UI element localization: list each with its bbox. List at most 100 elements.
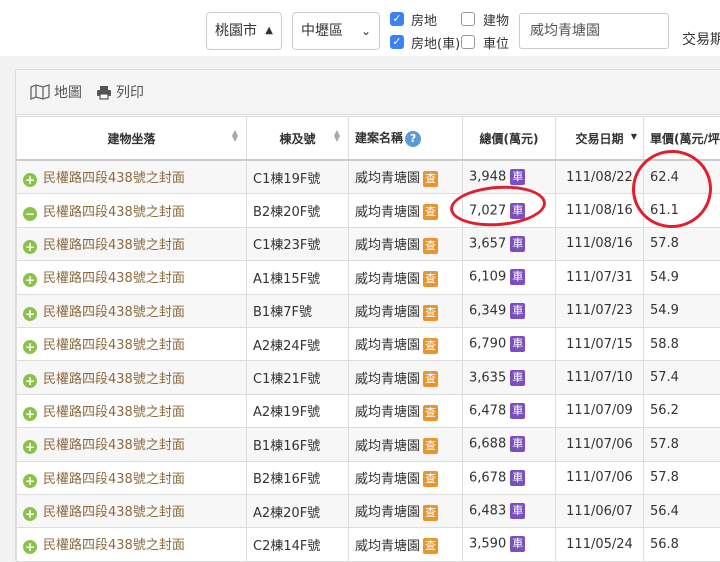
parking-tag: 車 xyxy=(510,536,525,552)
table-row[interactable]: +民權路四段438號之封面B1棟16F號威均青塘園查6,688車111/07/0… xyxy=(17,428,720,461)
address-text[interactable]: 民權路四段438號之封面 xyxy=(43,171,185,186)
expand-icon[interactable]: + xyxy=(23,307,37,321)
table-row[interactable]: +民權路四段438號之封面B1棟7F號威均青塘園查6,349車111/07/23… xyxy=(17,294,720,327)
cell-project: 威均青塘園查 xyxy=(349,160,463,194)
lookup-tag[interactable]: 查 xyxy=(423,538,438,554)
cell-address[interactable]: + 民權路四段438號之封面 xyxy=(17,261,247,294)
district-select[interactable]: 中壢區 ⌄ xyxy=(292,12,380,50)
expand-icon[interactable]: + xyxy=(23,474,37,488)
col-header-total[interactable]: 總價(萬元) xyxy=(463,117,556,161)
unit-text: B2棟16F號 xyxy=(253,472,320,487)
address-text[interactable]: 民權路四段438號之封面 xyxy=(43,271,185,286)
address-text[interactable]: 民權路四段438號之封面 xyxy=(43,305,185,320)
address-text[interactable]: 民權路四段438號之封面 xyxy=(43,472,185,487)
map-button[interactable]: 地圖 xyxy=(30,82,82,102)
address-text[interactable]: 民權路四段438號之封面 xyxy=(43,538,185,553)
table-row[interactable]: +民權路四段438號之封面A2棟19F號威均青塘園查6,478車111/07/0… xyxy=(17,394,720,427)
print-button[interactable]: 列印 xyxy=(96,82,144,102)
cell-address[interactable]: + 民權路四段438號之封面 xyxy=(17,494,247,527)
parking-tag: 車 xyxy=(510,470,525,486)
cell-address[interactable]: + 民權路四段438號之封面 xyxy=(17,160,247,194)
cell-project: 威均青塘園查 xyxy=(349,394,463,427)
city-select[interactable]: 桃園市 ▲ xyxy=(206,12,282,50)
address-text[interactable]: 民權路四段438號之封面 xyxy=(43,338,185,353)
cell-unit: C1棟21F號 xyxy=(247,361,349,394)
project-text: 威均青塘園 xyxy=(355,405,420,420)
lookup-tag[interactable]: 查 xyxy=(423,338,438,354)
unit-text: A1棟15F號 xyxy=(253,272,320,287)
table-row[interactable]: +民權路四段438號之封面C1棟21F號威均青塘園查3,635車111/07/1… xyxy=(17,361,720,394)
lookup-tag[interactable]: 查 xyxy=(423,505,438,521)
printer-icon xyxy=(96,85,112,100)
cell-address[interactable]: + 民權路四段438號之封面 xyxy=(17,528,247,561)
cell-address[interactable]: + 民權路四段438號之封面 xyxy=(17,327,247,360)
table-row[interactable]: +民權路四段438號之封面A2棟20F號威均青塘園查6,483車111/06/0… xyxy=(17,494,720,527)
expand-icon[interactable]: + xyxy=(23,407,37,421)
date-text: 111/07/10 xyxy=(566,370,633,385)
col-header-date[interactable]: 交易日期▼ xyxy=(556,117,644,161)
table-row[interactable]: −民權路四段438號之封面B2棟20F號威均青塘園查7,027車111/08/1… xyxy=(17,194,720,227)
lookup-tag[interactable]: 查 xyxy=(423,171,438,187)
col-header-project[interactable]: 建案名稱? xyxy=(349,117,463,161)
table-row[interactable]: +民權路四段438號之封面C1棟23F號威均青塘園查3,657車111/08/1… xyxy=(17,227,720,260)
lookup-tag[interactable]: 查 xyxy=(423,204,438,220)
cell-address[interactable]: + 民權路四段438號之封面 xyxy=(17,394,247,427)
address-text[interactable]: 民權路四段438號之封面 xyxy=(43,372,185,387)
address-text[interactable]: 民權路四段438號之封面 xyxy=(43,238,185,253)
cell-address[interactable]: + 民權路四段438號之封面 xyxy=(17,294,247,327)
cell-address[interactable]: + 民權路四段438號之封面 xyxy=(17,227,247,260)
help-icon[interactable]: ? xyxy=(405,131,421,147)
table-row[interactable]: +民權路四段438號之封面B2棟16F號威均青塘園查6,678車111/07/0… xyxy=(17,461,720,494)
lookup-tag[interactable]: 查 xyxy=(423,371,438,387)
address-text[interactable]: 民權路四段438號之封面 xyxy=(43,205,185,220)
expand-icon[interactable]: + xyxy=(23,507,37,521)
table-row[interactable]: +民權路四段438號之封面A2棟24F號威均青塘園查6,790車111/07/1… xyxy=(17,327,720,360)
collapse-icon[interactable]: − xyxy=(23,207,37,221)
lookup-tag[interactable]: 查 xyxy=(423,271,438,287)
cell-project: 威均青塘園查 xyxy=(349,494,463,527)
cell-address[interactable]: −民權路四段438號之封面 xyxy=(17,194,247,227)
project-text: 威均青塘園 xyxy=(355,205,420,220)
lookup-tag[interactable]: 查 xyxy=(423,471,438,487)
table-row[interactable]: +民權路四段438號之封面A1棟15F號威均青塘園查6,109車111/07/3… xyxy=(17,261,720,294)
cell-total: 6,678車 xyxy=(463,461,556,494)
lookup-tag[interactable]: 查 xyxy=(423,405,438,421)
checkbox-building[interactable] xyxy=(461,12,475,26)
checkbox-land-parking[interactable]: ✓ xyxy=(390,35,404,49)
project-text: 威均青塘園 xyxy=(355,338,420,353)
keyword-input-value: 威均青塘園 xyxy=(530,23,600,39)
cell-project: 威均青塘園查 xyxy=(349,428,463,461)
expand-icon[interactable]: + xyxy=(23,173,37,187)
cell-address[interactable]: + 民權路四段438號之封面 xyxy=(17,461,247,494)
keyword-input[interactable]: 威均青塘園 xyxy=(519,13,669,49)
expand-icon[interactable]: + xyxy=(23,540,37,554)
address-text[interactable]: 民權路四段438號之封面 xyxy=(43,505,185,520)
expand-icon[interactable]: + xyxy=(23,340,37,354)
col-header-address[interactable]: 建物坐落▲▼ xyxy=(17,117,247,161)
cell-address[interactable]: + 民權路四段438號之封面 xyxy=(17,361,247,394)
cell-unit: B1棟16F號 xyxy=(247,428,349,461)
cell-address[interactable]: + 民權路四段438號之封面 xyxy=(17,428,247,461)
cell-unit-price: 56.8 xyxy=(644,528,720,561)
col-header-total-label: 總價(萬元) xyxy=(480,132,539,146)
checkbox-land[interactable]: ✓ xyxy=(390,12,404,26)
total-price-text: 3,635 xyxy=(469,370,506,385)
col-header-unit-price[interactable]: 單價(萬元/坪) xyxy=(644,117,720,161)
address-text[interactable]: 民權路四段438號之封面 xyxy=(43,405,185,420)
lookup-tag[interactable]: 查 xyxy=(423,305,438,321)
expand-icon[interactable]: + xyxy=(23,440,37,454)
table-row[interactable]: +民權路四段438號之封面C1棟19F號威均青塘園查3,948車111/08/2… xyxy=(17,160,720,194)
col-header-unit[interactable]: 棟及號▲▼ xyxy=(247,117,349,161)
address-text[interactable]: 民權路四段438號之封面 xyxy=(43,438,185,453)
table-row[interactable]: +民權路四段438號之封面C2棟14F號威均青塘園查3,590車111/05/2… xyxy=(17,528,720,561)
unit-text: C1棟19F號 xyxy=(253,172,320,187)
checkbox-parking[interactable] xyxy=(461,35,475,49)
expand-icon[interactable]: + xyxy=(23,273,37,287)
cell-project: 威均青塘園查 xyxy=(349,194,463,227)
expand-icon[interactable]: + xyxy=(23,374,37,388)
cell-date: 111/08/22 xyxy=(556,160,644,194)
lookup-tag[interactable]: 查 xyxy=(423,238,438,254)
expand-icon[interactable]: + xyxy=(23,240,37,254)
lookup-tag[interactable]: 查 xyxy=(423,438,438,454)
total-price-text: 6,109 xyxy=(469,270,506,285)
